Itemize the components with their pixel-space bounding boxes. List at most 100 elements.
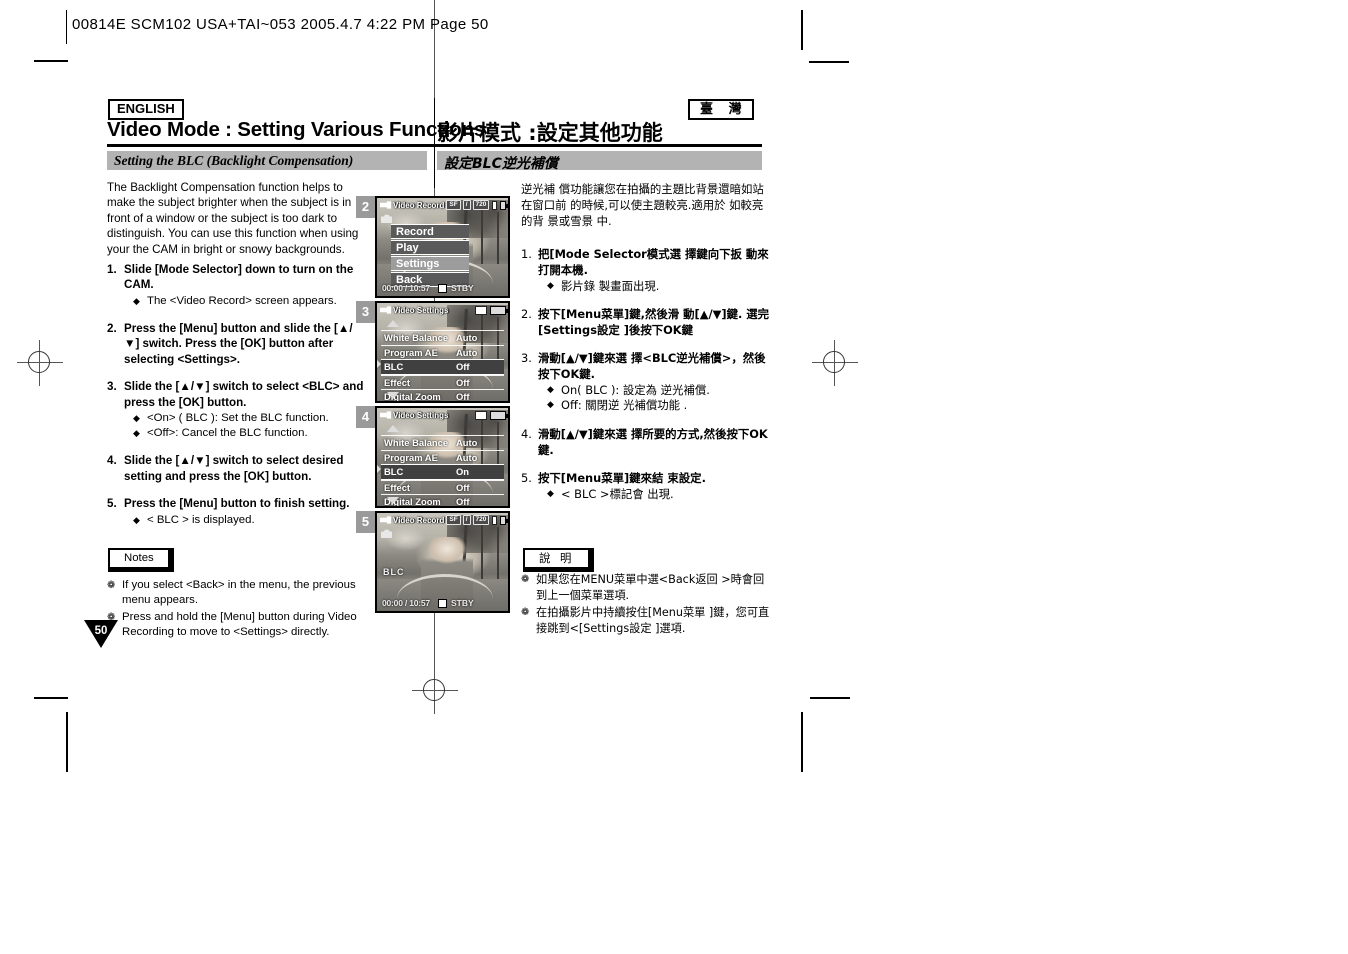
step-number: 1.	[521, 247, 532, 261]
bullet-item: ◆ <Off>: Cancel the BLC function.	[124, 426, 365, 441]
step-bullets: ◆ < BLC > is displayed.	[124, 513, 365, 528]
lcd-status-bar: Video Record SF/720	[377, 513, 508, 527]
scroll-down-arrow-icon[interactable]	[387, 497, 399, 504]
lcd-screenshot: Video Settings White Balance Auto Program A…	[375, 406, 510, 508]
step-text: Slide the [▲/▼] switch to select desired…	[124, 454, 344, 483]
setting-value: Auto	[456, 346, 478, 358]
step-item: 4. Slide the [▲/▼] switch to select desir…	[107, 453, 365, 484]
step-number: 5.	[107, 497, 117, 511]
note-text: Press and hold the [Menu] button during …	[122, 610, 357, 639]
bullet-item: ◆ The <Video Record> screen appears.	[124, 294, 365, 309]
lcd-mode-title: Video Settings	[393, 410, 449, 420]
setting-value: Off	[456, 496, 470, 508]
steps-list-chinese: 1. 把[Mode Selector模式選 擇鍵向下扳 動來打開本機. ◆ 影片錄 製…	[521, 246, 771, 514]
step-text: 滑動[▲/▼]鍵來選 擇所要的方式,然後按下OK鍵.	[538, 426, 768, 457]
lcd-bottom-bar: 00:00 / 10:57 STBY	[377, 283, 508, 293]
lcd-photo-backdrop	[377, 513, 508, 611]
standby-square-icon	[437, 598, 447, 608]
diamond-bullet-icon: ◆	[133, 428, 140, 439]
notes-heading-english: Notes	[108, 548, 174, 572]
setting-value: Auto	[456, 451, 478, 463]
bullet-text: < BLC > is displayed.	[147, 513, 255, 526]
step-number: 5.	[521, 470, 532, 485]
step-body: Press the [Menu] button to finish settin…	[124, 496, 365, 528]
notes-heading-chinese: 說 明	[523, 548, 595, 572]
diamond-bullet-icon: ◆	[547, 400, 554, 411]
step-body: 滑動[▲/▼]鍵來選 擇所要的方式,然後按下OK鍵.	[538, 426, 771, 458]
camcorder-icon	[380, 201, 391, 209]
settings-row-effect[interactable]: Effect Off	[381, 479, 504, 495]
scroll-down-arrow-icon[interactable]	[387, 392, 399, 399]
camcorder-icon	[380, 411, 391, 419]
lcd-mode-title: Video Record	[393, 200, 445, 210]
page-title-chinese: 影片模式 :設定其他功能	[437, 121, 663, 145]
step-number: 3.	[107, 380, 117, 394]
step-body: Press the [Menu] button and slide the [▲…	[124, 321, 365, 367]
step-text: Slide the [▲/▼] switch to select <BLC> a…	[124, 380, 364, 409]
settings-row-white-balance[interactable]: White Balance Auto	[381, 435, 504, 450]
bullet-item: ◆ 影片錄 製畫面出現.	[538, 279, 771, 294]
step-item: 4. 滑動[▲/▼]鍵來選 擇所要的方式,然後按下OK鍵.	[521, 426, 771, 458]
bullet-text: <On> ( BLC ): Set the BLC function.	[147, 412, 329, 425]
step-text: 滑動[▲/▼]鍵來選 擇<BLC逆光補償>，然後按下OK鍵.	[538, 351, 766, 382]
step-text: Press the [Menu] button and slide the [▲…	[124, 322, 353, 366]
settings-row-white-balance[interactable]: White Balance Auto	[381, 330, 504, 345]
quality-chip: /	[462, 200, 471, 210]
bullet-text: On( BLC ): 設定為 逆光補償.	[561, 383, 710, 398]
memory-card-icon	[475, 305, 487, 315]
settings-row-blc[interactable]: BLC On	[381, 464, 504, 480]
lcd-screenshot: Video Settings White Balance Auto Program A…	[375, 301, 510, 403]
selection-caret-icon	[377, 359, 381, 369]
diamond-bullet-icon: ◆	[133, 413, 140, 424]
step-number: 2.	[521, 307, 532, 322]
note-text: 在拍攝影片中持續按住[Menu菜單 ]鍵，您可直接跳到<[Settings設定 …	[536, 606, 770, 635]
timecode-readout: 00:00 / 10:57	[382, 598, 430, 608]
setting-value: Off	[456, 376, 470, 388]
record-status-label: STBY	[450, 598, 474, 608]
setting-value: Auto	[456, 437, 478, 449]
memory-card-icon	[492, 200, 498, 210]
settings-menu-rows: White Balance Auto Program AE Auto BLC Off Eff…	[381, 330, 504, 403]
settings-row-digital-zoom[interactable]: Digital Zoom Off	[381, 494, 504, 508]
menu-item-record[interactable]: Record	[391, 224, 469, 239]
camcorder-icon	[380, 516, 391, 524]
settings-row-effect[interactable]: Effect Off	[381, 374, 504, 390]
menu-item-settings[interactable]: Settings	[391, 256, 469, 271]
quality-chip: 720	[472, 200, 490, 210]
note-item: ❁ Press and hold the [Menu] button during…	[107, 610, 367, 641]
setting-name: BLC	[384, 466, 404, 478]
settings-row-program-ae[interactable]: Program AE Auto	[381, 344, 504, 360]
diamond-bullet-icon: ◆	[547, 488, 554, 499]
quality-chip: SF	[446, 200, 461, 210]
settings-row-program-ae[interactable]: Program AE Auto	[381, 449, 504, 465]
standby-square-icon	[437, 283, 447, 293]
step-bullets: ◆ On( BLC ): 設定為 逆光補償. ◆ Off: 關閉逆 光補償功能 .	[538, 383, 771, 413]
setting-value: Off	[456, 481, 470, 493]
step-body: 按下[Menu菜單]鍵來結 束設定. ◆ < BLC >標記會 出現.	[538, 470, 771, 502]
step-text: 把[Mode Selector模式選 擇鍵向下扳 動來打開本機.	[538, 247, 769, 277]
battery-icon	[500, 515, 508, 525]
settings-row-blc[interactable]: BLC Off	[381, 359, 504, 375]
diamond-bullet-icon: ◆	[547, 281, 554, 291]
menu-item-play[interactable]: Play	[391, 240, 469, 255]
step-body: Slide the [▲/▼] switch to select <BLC> a…	[124, 379, 365, 441]
diamond-bullet-icon: ◆	[547, 385, 554, 396]
selection-caret-icon	[377, 464, 381, 474]
header-rule	[107, 144, 762, 147]
settings-row-digital-zoom[interactable]: Digital Zoom Off	[381, 389, 504, 403]
setting-name: BLC	[384, 361, 404, 373]
setting-name: Program AE	[384, 346, 438, 358]
scroll-up-arrow-icon[interactable]	[387, 320, 399, 327]
notes-list-chinese: ❁ 如果您在MENU菜單中選<Back返回 >時會回到上一個菜單選項. ❁ 在拍攝影片…	[521, 572, 773, 638]
screenshot-step-number: 4	[356, 406, 375, 428]
quality-chip: /	[462, 515, 471, 525]
blc-indicator: BLC	[383, 567, 405, 577]
step-item: 1. Slide [Mode Selector] down to turn on …	[107, 262, 365, 309]
lcd-screenshot: Video Record SF/720 BLC 00:00 / 10:57 STBY	[375, 511, 510, 613]
setting-value: Off	[456, 391, 470, 403]
scroll-up-arrow-icon[interactable]	[387, 425, 399, 432]
lcd-mode-title: Video Record	[393, 515, 445, 525]
section-title-english: Setting the BLC (Backlight Compensation)	[107, 151, 427, 170]
bullet-text: 影片錄 製畫面出現.	[561, 279, 660, 293]
step-bullets: ◆ < BLC >標記會 出現.	[538, 487, 771, 502]
